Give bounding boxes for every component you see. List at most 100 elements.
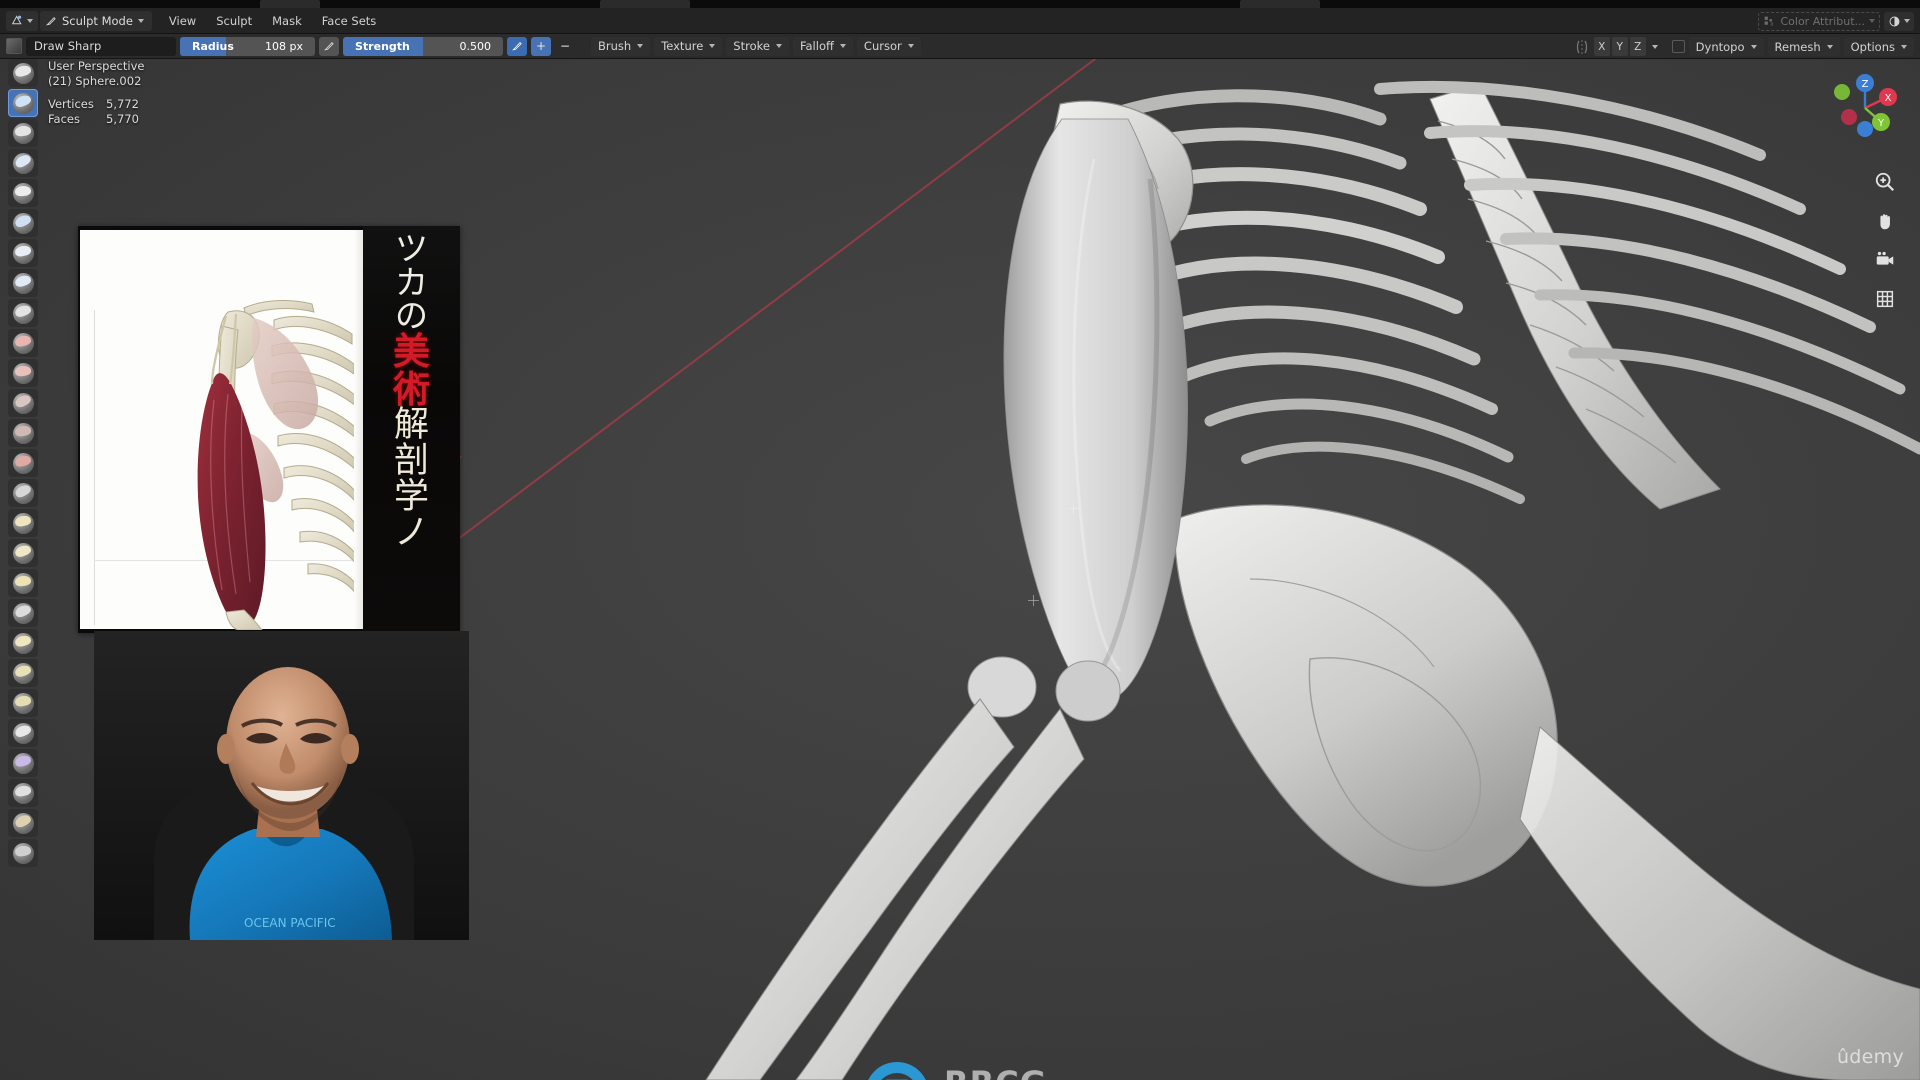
gizmo-axis-z-negative[interactable] bbox=[1857, 121, 1873, 137]
viewport-object-label: (21) Sphere.002 bbox=[48, 74, 142, 88]
tool-crease[interactable] bbox=[8, 299, 38, 327]
tool-fill[interactable] bbox=[8, 389, 38, 417]
ear-right bbox=[341, 734, 359, 764]
tool-draw-sharp[interactable] bbox=[8, 89, 38, 117]
symmetry-axis-y[interactable]: Y bbox=[1611, 37, 1628, 56]
shirt-print: OCEAN PACIFIC bbox=[244, 916, 336, 930]
tool-cloth[interactable] bbox=[8, 779, 38, 807]
tool-draw[interactable] bbox=[8, 59, 38, 87]
navigation-gizmo[interactable]: Z X Y bbox=[1824, 67, 1906, 149]
rrcg-watermark: RRCG 人人素材 bbox=[860, 1051, 1160, 1080]
tool-clay-thumb[interactable] bbox=[8, 179, 38, 207]
menu-view[interactable]: View bbox=[160, 11, 205, 31]
camera-view-button[interactable] bbox=[1872, 247, 1898, 273]
dropdown-falloff[interactable]: Falloff bbox=[792, 36, 853, 56]
dropdown-brush[interactable]: Brush bbox=[591, 36, 651, 56]
dyntopo-checkbox[interactable] bbox=[1671, 40, 1685, 53]
remesh-dropdown[interactable]: Remesh bbox=[1767, 37, 1840, 56]
brush-subtract-button[interactable]: − bbox=[555, 36, 575, 56]
gizmo-axis-x-negative[interactable] bbox=[1841, 109, 1857, 125]
gizmo-axis-y-negative[interactable] bbox=[1834, 84, 1850, 100]
dropdown-brush-caret-icon bbox=[637, 44, 644, 48]
menu-sculpt[interactable]: Sculpt bbox=[207, 11, 261, 31]
tool-snake-hook[interactable] bbox=[8, 569, 38, 597]
color-attribute-icon: a bbox=[1765, 16, 1774, 27]
radius-value: 108 px bbox=[265, 39, 303, 53]
tool-smooth[interactable] bbox=[8, 329, 38, 357]
symmetry-axis-z[interactable]: Z bbox=[1629, 37, 1646, 56]
strength-pressure-toggle[interactable] bbox=[507, 36, 527, 56]
dropdown-cursor-label: Cursor bbox=[863, 39, 902, 53]
toggle-perspective-button[interactable] bbox=[1872, 286, 1898, 312]
book-title-char-6: 解 bbox=[393, 405, 429, 446]
dropdown-brush-label: Brush bbox=[598, 39, 632, 53]
viewport-statistics: Vertices 5,772 Faces 5,770 bbox=[48, 97, 144, 127]
tool-clay-strips[interactable] bbox=[8, 149, 38, 177]
strength-slider[interactable]: Strength 0.500 bbox=[343, 36, 503, 56]
dropdown-cursor[interactable]: Cursor bbox=[856, 36, 921, 56]
tool-multiplane-scrape[interactable] bbox=[8, 449, 38, 477]
stat-key-faces: Faces bbox=[48, 112, 80, 126]
blend-mode-button[interactable] bbox=[1884, 11, 1914, 31]
tool-flatten[interactable] bbox=[8, 359, 38, 387]
mode-selector[interactable]: Sculpt Mode bbox=[40, 10, 152, 31]
menu-face-sets[interactable]: Face Sets bbox=[313, 11, 386, 31]
tool-clay[interactable] bbox=[8, 119, 38, 147]
options-dropdown[interactable]: Options bbox=[1843, 37, 1914, 56]
3d-viewport[interactable]: User Perspective (21) Sphere.002 Vertice… bbox=[0, 59, 1920, 1080]
dropdown-cursor-caret-icon bbox=[907, 44, 914, 48]
presenter-webcam-overlay[interactable]: OCEAN PACIFIC bbox=[94, 631, 469, 940]
active-brush-name[interactable]: Draw Sharp bbox=[26, 36, 176, 56]
pressure-radius-icon bbox=[324, 42, 334, 51]
tool-layer[interactable] bbox=[8, 209, 38, 237]
symmetry-caret-icon[interactable] bbox=[1651, 44, 1658, 49]
brush-add-button[interactable]: + bbox=[531, 36, 551, 56]
menu-mask[interactable]: Mask bbox=[263, 11, 311, 31]
color-attribute-caret-icon bbox=[1869, 19, 1875, 23]
tool-scrape[interactable] bbox=[8, 419, 38, 447]
tool-blob[interactable] bbox=[8, 269, 38, 297]
color-attribute-selector[interactable]: a Color Attribut... bbox=[1758, 11, 1880, 31]
tool-elastic-deform[interactable] bbox=[8, 539, 38, 567]
radius-label: Radius bbox=[192, 39, 234, 53]
tool-mask[interactable] bbox=[8, 839, 38, 867]
dropdown-texture-caret-icon bbox=[709, 44, 716, 48]
viewport-info-text: User Perspective (21) Sphere.002 Vertice… bbox=[48, 59, 144, 127]
blend-mode-icon bbox=[1889, 16, 1900, 26]
tool-thumb[interactable] bbox=[8, 599, 38, 627]
viewport-perspective-label: User Perspective bbox=[48, 59, 145, 73]
book-title-char-1: ツ bbox=[395, 229, 428, 268]
strength-label: Strength bbox=[355, 39, 410, 53]
book-title-char-8: 学 bbox=[393, 476, 429, 517]
anatomy-reference-overlay[interactable]: ツ カ の 美 術 解 剖 学 ノ bbox=[78, 226, 460, 633]
tool-rotate[interactable] bbox=[8, 689, 38, 717]
dyntopo-dropdown[interactable]: Dyntopo bbox=[1688, 37, 1764, 56]
tool-grab[interactable] bbox=[8, 509, 38, 537]
tool-slide-relax[interactable] bbox=[8, 719, 38, 747]
mode-label: Sculpt Mode bbox=[62, 13, 133, 28]
stat-key-vertices: Vertices bbox=[48, 97, 94, 111]
illustration-biceps bbox=[197, 373, 266, 627]
radius-slider[interactable]: Radius 108 px bbox=[180, 36, 315, 56]
zoom-button[interactable] bbox=[1872, 169, 1898, 195]
tool-inflate[interactable] bbox=[8, 239, 38, 267]
brush-preview-icon[interactable] bbox=[6, 38, 22, 54]
tool-simplify[interactable] bbox=[8, 809, 38, 837]
forearm-bones-group bbox=[705, 698, 1085, 1080]
symmetry-axis-x[interactable]: X bbox=[1593, 37, 1610, 56]
pan-button[interactable] bbox=[1872, 208, 1898, 234]
radius-pressure-toggle[interactable] bbox=[319, 36, 339, 56]
gizmo-label-x: X bbox=[1885, 93, 1892, 104]
window-top-strip bbox=[0, 0, 1920, 8]
dyntopo-label: Dyntopo bbox=[1695, 39, 1745, 54]
dropdown-stroke[interactable]: Stroke bbox=[726, 36, 789, 56]
tool-boundary[interactable] bbox=[8, 749, 38, 777]
tool-pinch[interactable] bbox=[8, 479, 38, 507]
tool-pose[interactable] bbox=[8, 629, 38, 657]
udemy-watermark: ûdemy bbox=[1836, 1046, 1904, 1068]
editor-type-caret-icon bbox=[27, 18, 33, 23]
editor-type-button[interactable] bbox=[6, 10, 38, 31]
options-caret-icon bbox=[1901, 44, 1907, 49]
dropdown-texture[interactable]: Texture bbox=[654, 36, 723, 56]
tool-nudge[interactable] bbox=[8, 659, 38, 687]
